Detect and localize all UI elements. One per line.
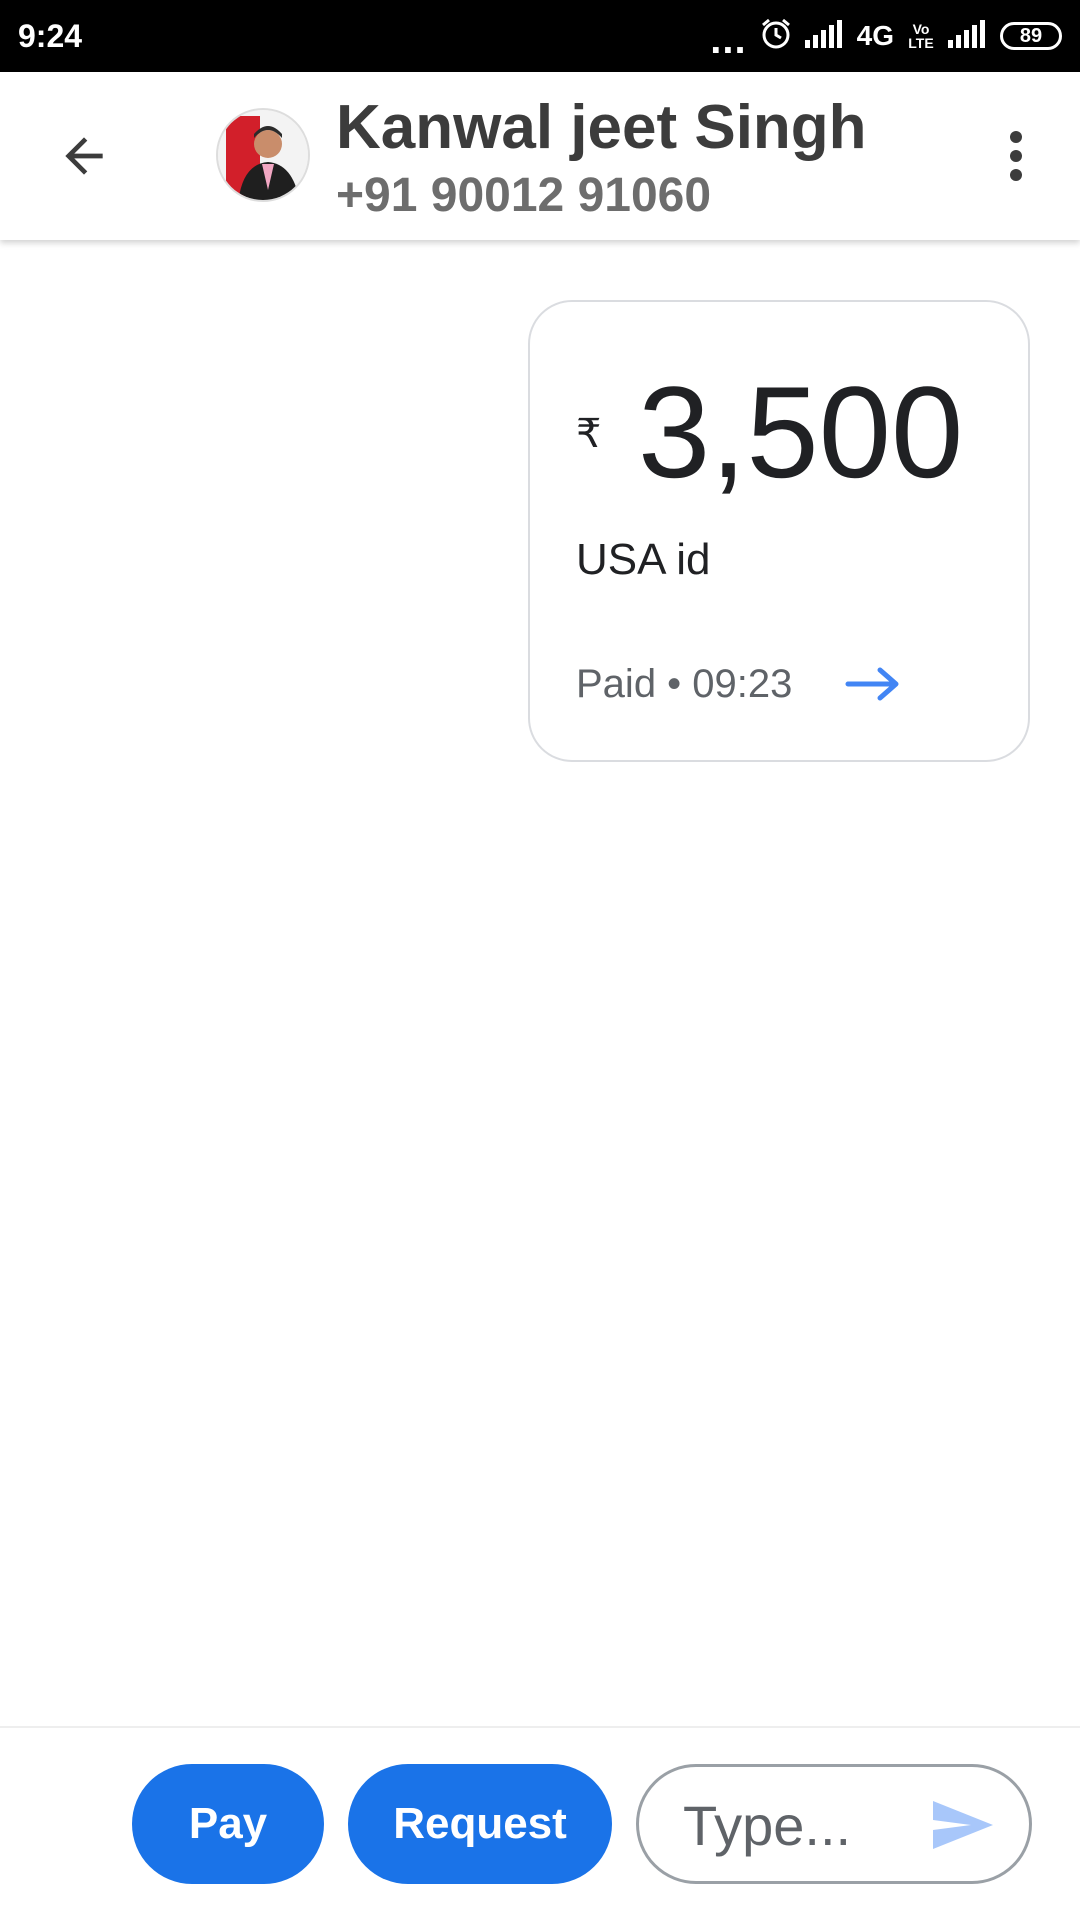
currency-symbol: ₹ bbox=[576, 412, 602, 456]
network-type: 4G bbox=[856, 20, 894, 51]
contact-name: Kanwal jeet Singh bbox=[336, 93, 867, 162]
send-icon bbox=[933, 1801, 993, 1849]
status-time: 9:24 bbox=[18, 18, 83, 54]
message-input[interactable] bbox=[683, 1787, 923, 1863]
contact-phone: +91 90012 91060 bbox=[336, 169, 712, 222]
status-icons: ... 4G Vo LTE 89 bbox=[710, 12, 1062, 60]
signal-icon bbox=[804, 19, 845, 53]
request-button[interactable]: Request bbox=[348, 1764, 612, 1884]
send-button[interactable] bbox=[931, 1795, 995, 1855]
pay-button[interactable]: Pay bbox=[132, 1764, 324, 1884]
message-box bbox=[636, 1764, 1032, 1884]
back-button[interactable] bbox=[48, 120, 120, 192]
payment-amount: 3,500 bbox=[638, 359, 964, 505]
avatar-image bbox=[218, 110, 308, 200]
avatar[interactable] bbox=[216, 108, 310, 202]
more-vert-icon bbox=[1010, 131, 1022, 181]
arrow-back-icon bbox=[65, 137, 103, 175]
signal-icon-2 bbox=[948, 19, 988, 53]
volte-icon: Vo LTE bbox=[908, 21, 934, 51]
app-bar: Kanwal jeet Singh +91 90012 91060 bbox=[0, 72, 1080, 240]
alarm-icon bbox=[759, 17, 793, 56]
payment-note: USA id bbox=[576, 535, 711, 584]
arrow-forward-icon bbox=[845, 667, 899, 701]
payment-status: Paid • 09:23 bbox=[576, 662, 793, 706]
payment-card[interactable]: ₹ 3,500 USA id Paid • 09:23 bbox=[528, 300, 1030, 762]
bottom-bar: Pay Request bbox=[0, 1728, 1080, 1920]
more-options-button[interactable] bbox=[986, 124, 1046, 188]
battery-icon: 89 bbox=[1000, 22, 1062, 50]
battery-level: 89 bbox=[1019, 24, 1043, 47]
more-notifications-icon: ... bbox=[710, 18, 747, 62]
status-bar: 9:24 ... 4G Vo LTE 89 bbox=[0, 0, 1080, 72]
